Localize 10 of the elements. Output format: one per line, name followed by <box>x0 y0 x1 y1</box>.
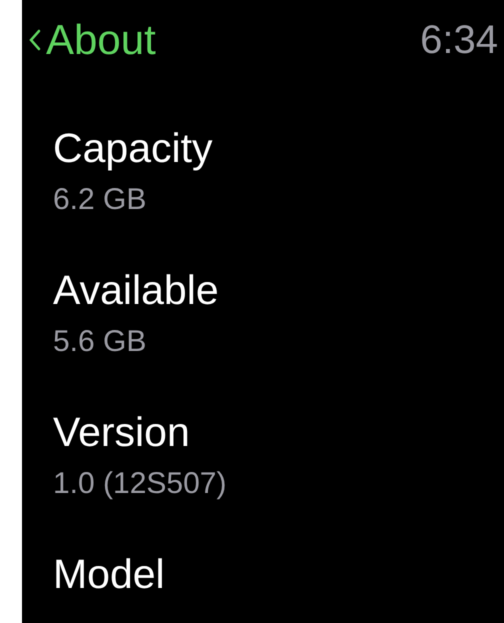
info-label: Model <box>53 550 166 598</box>
back-button[interactable]: About <box>28 16 156 64</box>
info-value: 5.6 GB <box>53 324 148 360</box>
info-label: Capacity <box>53 124 214 172</box>
clock-time: 6:34 <box>420 18 498 62</box>
info-label: Available <box>53 266 220 314</box>
chevron-icon <box>28 28 42 52</box>
info-label: Version <box>53 408 191 456</box>
info-value: 1.0 (12S507) <box>53 466 228 502</box>
info-value: 6.2 GB <box>53 182 148 218</box>
